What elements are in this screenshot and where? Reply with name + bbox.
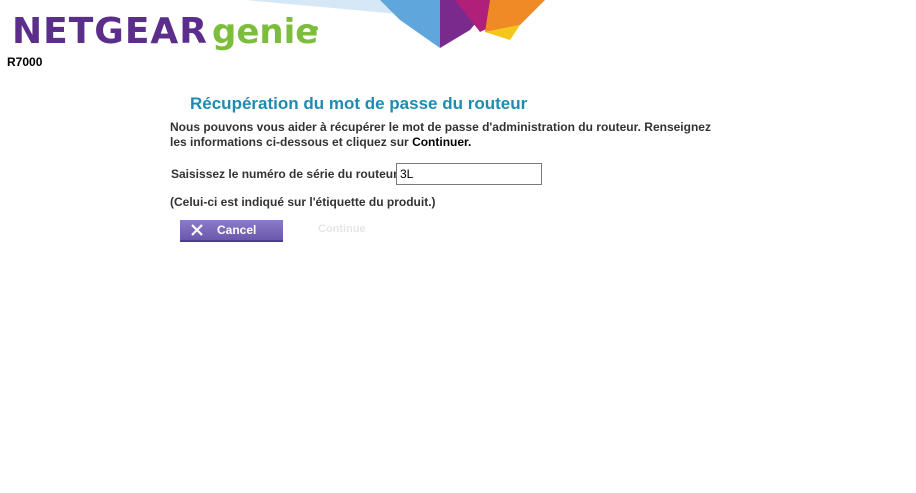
router-model: R7000 bbox=[7, 55, 43, 69]
continue-button[interactable]: Continue bbox=[318, 223, 366, 235]
page-title: Récupération du mot de passe du routeur bbox=[190, 94, 528, 113]
logo-dot-icon bbox=[313, 26, 318, 31]
password-recovery-panel: Récupération du mot de passe du routeur … bbox=[170, 92, 770, 242]
serial-number-label: Saisissez le numéro de série du routeur bbox=[171, 167, 398, 181]
brand-name: NETGEAR bbox=[12, 11, 208, 52]
serial-number-input[interactable] bbox=[396, 163, 542, 185]
cancel-button-label: Cancel bbox=[217, 223, 257, 237]
product-name: genie bbox=[212, 12, 319, 52]
serial-number-row: Saisissez le numéro de série du routeur bbox=[170, 163, 770, 185]
close-icon bbox=[191, 224, 203, 236]
intro-emphasis: Continuer. bbox=[412, 135, 472, 149]
action-buttons: Cancel Continue bbox=[170, 220, 770, 242]
cancel-button[interactable]: Cancel bbox=[180, 220, 283, 242]
serial-location-note: (Celui-ci est indiqué sur l'étiquette du… bbox=[170, 195, 436, 209]
intro-text: Nous pouvons vous aider à récupérer le m… bbox=[170, 120, 730, 150]
